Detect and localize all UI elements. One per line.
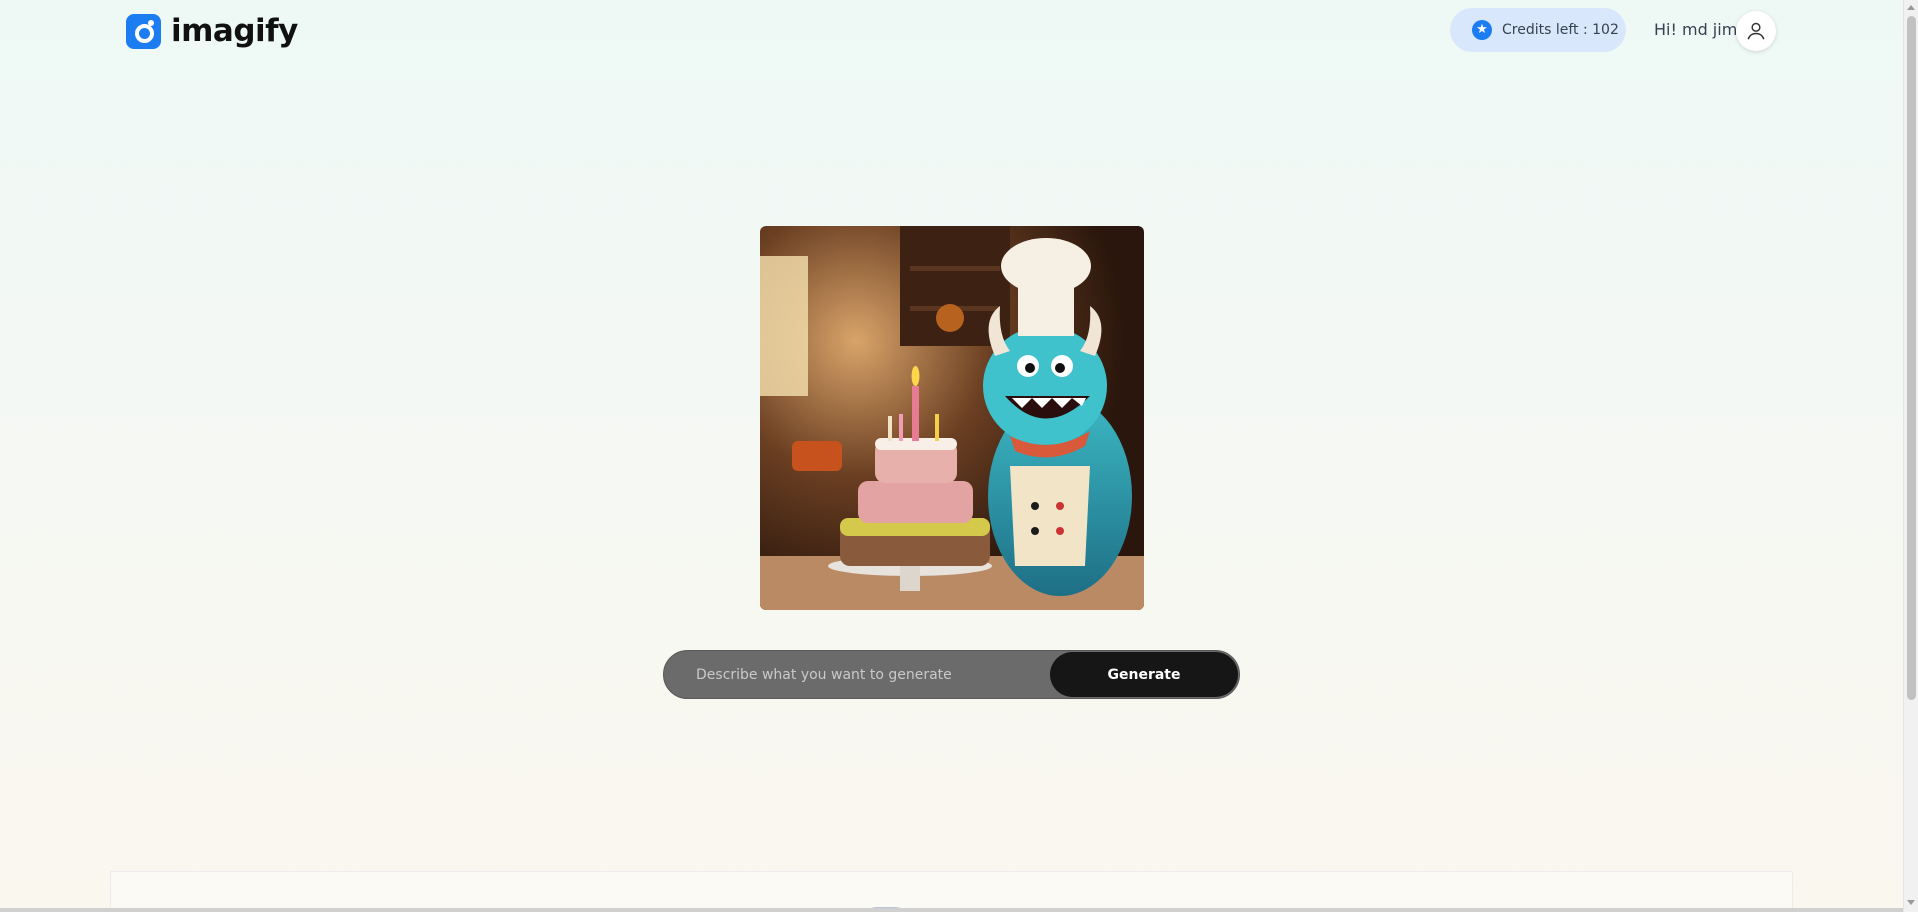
user-greeting: Hi! md jim	[1654, 20, 1738, 39]
scroll-down-arrow-icon[interactable]	[1907, 900, 1915, 905]
credits-label: Credits left : 102	[1502, 22, 1619, 38]
star-icon: ★	[1472, 20, 1492, 40]
generate-button[interactable]: Generate	[1050, 652, 1238, 697]
generated-image-illustration	[760, 226, 1144, 610]
bottom-section	[110, 871, 1793, 912]
scroll-up-arrow-icon[interactable]	[1907, 5, 1915, 10]
avatar[interactable]	[1736, 11, 1776, 51]
user-icon	[1747, 22, 1765, 40]
vertical-scrollbar[interactable]	[1903, 0, 1918, 912]
horizontal-scrollbar[interactable]	[0, 908, 1903, 912]
credits-button[interactable]: ★ Credits left : 102	[1450, 8, 1626, 52]
logo[interactable]: imagify	[126, 13, 298, 49]
generated-image	[760, 226, 1144, 610]
imagify-logo-icon	[126, 13, 161, 49]
logo-text: imagify	[171, 13, 298, 49]
scroll-thumb[interactable]	[1907, 16, 1916, 700]
prompt-input[interactable]	[696, 651, 1076, 698]
prompt-bar: Generate	[663, 650, 1240, 699]
